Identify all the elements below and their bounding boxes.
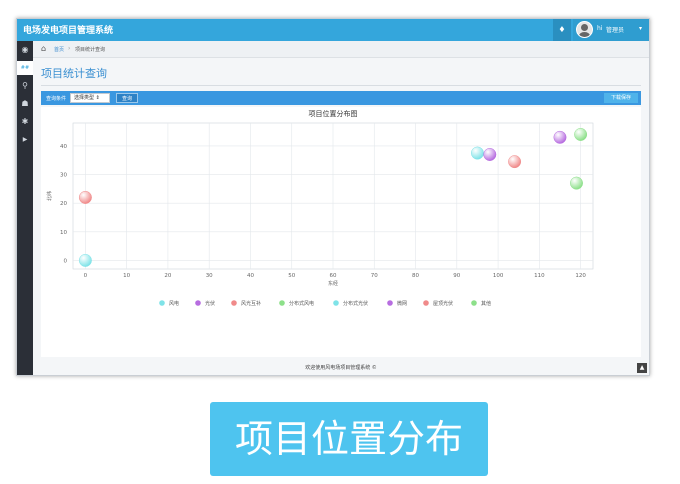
scatter-point [570,176,583,190]
type-select-value: 选择类型 [74,95,95,101]
caption-banner: 项目位置分布 [210,402,488,476]
scatter-point [78,253,92,267]
x-tick-label: 0 [84,273,88,279]
scatter-point [78,190,92,204]
download-save-button[interactable]: 下载保存 [604,93,638,103]
scatter-point [574,128,588,141]
legend-marker [333,300,339,306]
chevron-down-icon: ▾ [639,25,643,32]
legend-label: 分布式风电 [289,300,314,307]
legend-label: 屋顶光伏 [433,300,453,307]
dashboard-icon[interactable]: ◉ [17,43,33,57]
x-tick-label: 30 [206,273,213,279]
scatter-point [483,148,497,161]
search-button[interactable]: 查询 [116,93,138,103]
app-window: 电场发电项目管理系统 ♦ hi 管理员 ▾ ◉ ## ⚲ ☗ ✱ ▶ ⌂ 首页 … [16,18,650,376]
chart-title: 项目位置分布图 [309,109,358,118]
legend-label: 分布式光伏 [343,300,368,307]
x-tick-label: 10 [123,273,130,279]
y-tick-label: 20 [60,201,67,207]
back-to-top-button[interactable]: ▲ [637,363,647,373]
title-divider [41,85,641,86]
scatter-chart-panel: 项目位置分布图 0 10 20 30 40 50 60 70 80 90 100 110 120 0 10 20… [41,107,641,357]
page-title: 项目统计查询 [41,67,107,80]
main-content: ⌂ 首页 › 项目统计查询 项目统计查询 查询条件 选择类型 ⇕ 查询 下载保存… [33,41,649,375]
scatter-point [508,155,522,169]
y-tick-label: 10 [60,230,67,236]
breadcrumb-home-link[interactable]: 首页 [54,46,64,53]
x-tick-label: 50 [288,273,295,279]
y-tick-label: 0 [64,258,68,264]
legend-label: 风电 [169,300,179,307]
location-icon[interactable]: ⚲ [17,79,33,93]
x-tick-label: 40 [247,273,254,279]
legend-label: 风光互补 [241,300,261,307]
query-bar: 查询条件 选择类型 ⇕ 查询 下载保存 [41,91,641,105]
footer-text: 欢迎使用风电场项目管理系统 © [305,365,377,371]
legend-label: 光伏 [205,300,215,307]
top-navbar: 电场发电项目管理系统 ♦ hi 管理员 ▾ [17,19,649,41]
legend-marker [471,300,477,306]
scatter-point [470,146,484,160]
user-menu[interactable]: hi 管理员 ▾ [573,19,649,41]
legend-marker [159,300,165,306]
gear-icon[interactable]: ✱ [17,115,33,129]
x-tick-label: 110 [534,273,545,279]
avatar [576,21,593,38]
x-tick-label: 90 [453,273,460,279]
type-select[interactable]: 选择类型 ⇕ [70,93,110,103]
legend-marker [279,300,285,306]
query-label: 查询条件 [46,96,67,102]
y-tick-label: 40 [60,144,67,150]
active-tab-icon[interactable]: ## [17,61,33,75]
user-greeting: hi [597,25,603,32]
x-tick-label: 120 [575,273,586,279]
legend-marker [387,300,393,306]
legend-label: 微网 [397,300,407,307]
x-tick-label: 80 [412,273,419,279]
home-icon[interactable]: ⌂ [41,44,46,53]
user-name: 管理员 [606,27,625,34]
legend-marker [423,300,429,306]
scatter-point [553,130,567,144]
app-title: 电场发电项目管理系统 [23,26,114,36]
play-icon[interactable]: ▶ [17,133,33,147]
sidebar: ◉ ## ⚲ ☗ ✱ ▶ [17,41,33,375]
x-tick-label: 20 [164,273,171,279]
legend-marker [231,300,237,306]
scatter-chart: 项目位置分布图 0 10 20 30 40 50 60 70 80 90 100 110 120 0 10 20… [46,109,594,307]
x-tick-label: 100 [493,273,504,279]
y-axis-label: 北纬 [46,191,53,201]
user-icon[interactable]: ☗ [17,97,33,111]
breadcrumb-current: 项目统计查询 [75,47,106,53]
bell-icon[interactable]: ♦ [553,19,571,41]
x-tick-label: 60 [330,273,337,279]
legend-label: 其他 [481,300,491,307]
y-tick-label: 30 [60,173,67,179]
x-axis-label: 东经 [328,280,338,287]
breadcrumb-separator: › [68,45,71,52]
x-tick-label: 70 [371,273,378,279]
breadcrumb: ⌂ 首页 › 项目统计查询 [33,41,649,58]
legend-marker [195,300,201,306]
